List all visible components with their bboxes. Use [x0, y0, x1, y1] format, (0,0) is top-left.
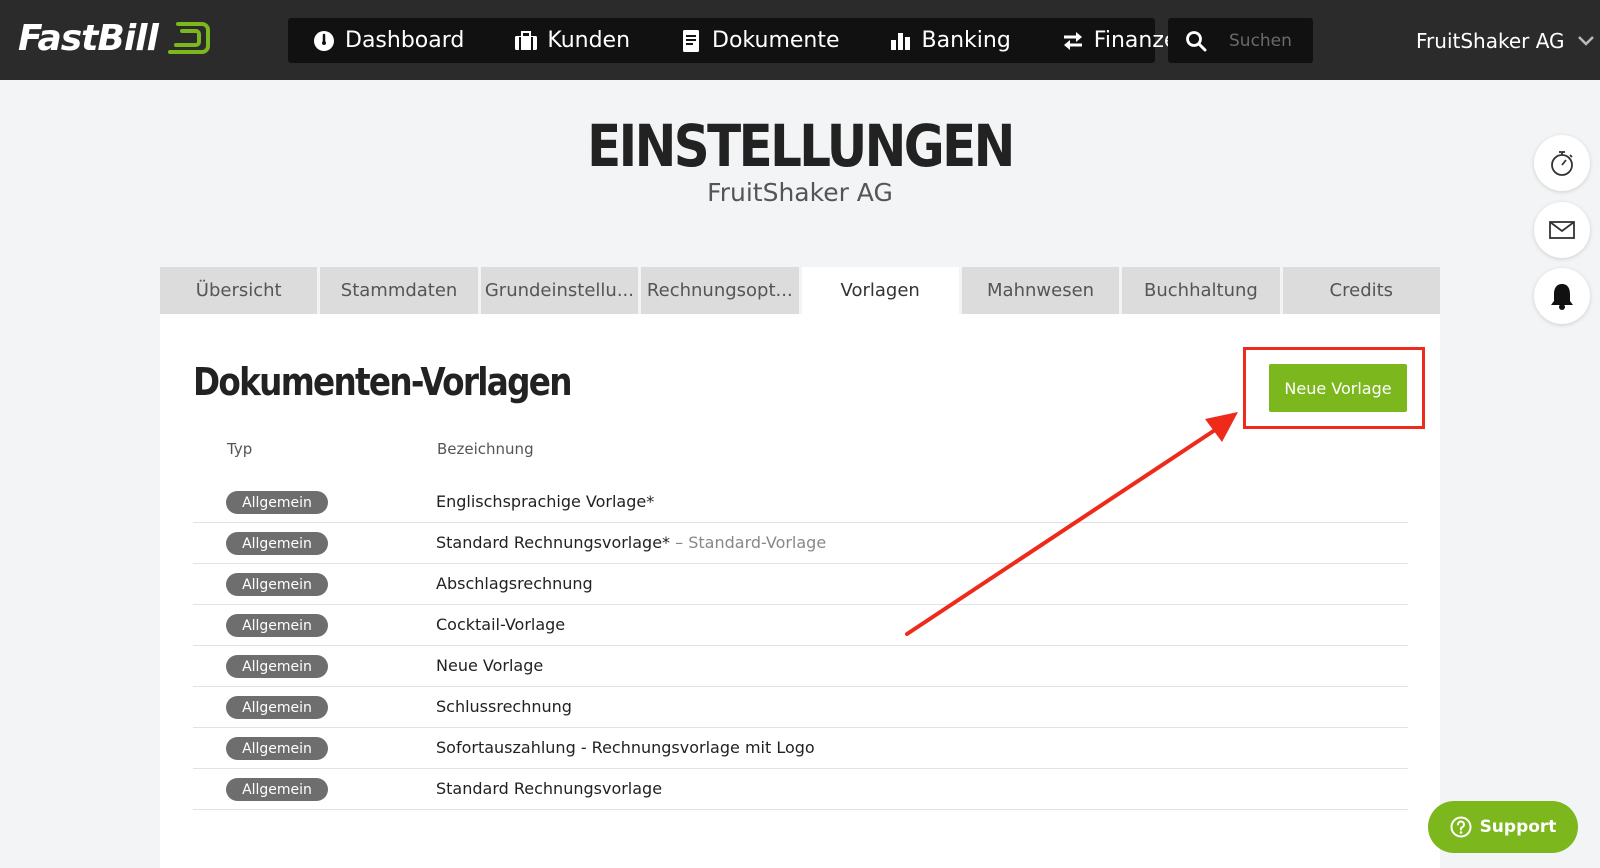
- template-name[interactable]: Neue Vorlage: [436, 656, 543, 675]
- template-name-text: Standard Rechnungsvorlage: [436, 779, 663, 798]
- type-badge: Allgemein: [226, 737, 328, 760]
- nav-dashboard-label: Dashboard: [345, 28, 465, 53]
- bar-chart-icon: [889, 29, 913, 53]
- template-name-text: Abschlagsrechnung: [436, 574, 593, 593]
- support-button[interactable]: Support: [1428, 801, 1578, 853]
- messages-button[interactable]: [1534, 202, 1590, 258]
- nav-kunden-label: Kunden: [547, 28, 631, 53]
- template-name[interactable]: Abschlagsrechnung: [436, 574, 593, 593]
- nav-dashboard[interactable]: Dashboard: [312, 18, 464, 63]
- search-icon[interactable]: [1185, 30, 1207, 52]
- document-icon: [679, 29, 703, 53]
- nav-dokumente[interactable]: Dokumente: [679, 18, 840, 63]
- template-name-text: Sofortauszahlung - Rechnungsvorlage mit …: [436, 738, 815, 757]
- bell-icon: [1551, 284, 1573, 310]
- dashboard-gauge-icon: [312, 29, 336, 53]
- column-header-name[interactable]: Bezeichnung: [437, 440, 534, 458]
- annotation-arrow: [905, 412, 1238, 636]
- nav-kunden[interactable]: Kunden: [514, 18, 630, 63]
- column-header-type[interactable]: Typ: [227, 440, 252, 458]
- template-name[interactable]: Schlussrechnung: [436, 697, 572, 716]
- tab-credits[interactable]: Credits: [1282, 267, 1440, 314]
- page-subtitle: FruitShaker AG: [707, 178, 893, 207]
- notifications-button[interactable]: [1534, 268, 1590, 324]
- table-row[interactable]: Allgemein Schlussrechnung: [193, 687, 1408, 728]
- nav-banking-label: Banking: [921, 28, 1011, 53]
- page-title: EINSTELLUNGEN: [587, 112, 1015, 180]
- briefcase-icon: [514, 29, 538, 53]
- template-name-text: Englischsprachige Vorlage*: [436, 492, 655, 511]
- type-badge: Allgemein: [226, 532, 328, 555]
- chevron-down-icon: [1577, 36, 1594, 46]
- default-template-note: – Standard-Vorlage: [670, 533, 827, 552]
- account-menu[interactable]: FruitShaker AG: [1416, 26, 1595, 56]
- tab-buchhaltung[interactable]: Buchhaltung: [1122, 267, 1280, 314]
- template-name[interactable]: Sofortauszahlung - Rechnungsvorlage mit …: [436, 738, 815, 757]
- tab-stammdaten[interactable]: Stammdaten: [320, 267, 478, 314]
- top-bar: FastBill Dashboard Kunden Dokumente Bank…: [0, 0, 1600, 80]
- template-name-text: Schlussrechnung: [436, 697, 572, 716]
- search-input[interactable]: [1229, 30, 1309, 51]
- stopwatch-icon: [1551, 151, 1573, 176]
- table-row[interactable]: Allgemein Sofortauszahlung - Rechnungsvo…: [193, 728, 1408, 769]
- template-name[interactable]: Cocktail-Vorlage: [436, 615, 565, 634]
- tab-uebersicht[interactable]: Übersicht: [160, 267, 318, 314]
- type-badge: Allgemein: [226, 655, 328, 678]
- tab-grundeinstellungen[interactable]: Grundeinstellu...: [480, 267, 639, 314]
- template-name-text: Cocktail-Vorlage: [436, 615, 566, 634]
- tab-mahnwesen[interactable]: Mahnwesen: [961, 267, 1120, 314]
- table-row[interactable]: Allgemein Standard Rechnungsvorlage: [193, 769, 1408, 810]
- template-name[interactable]: Standard Rechnungsvorlage* – Standard-Vo…: [436, 533, 826, 552]
- template-name-text: Standard Rechnungsvorlage*: [436, 533, 671, 552]
- table-row[interactable]: Allgemein Neue Vorlage: [193, 646, 1408, 687]
- search-box: [1168, 18, 1313, 63]
- mail-icon: [1549, 221, 1575, 239]
- settings-tabs: Übersicht Stammdaten Grundeinstellu... R…: [160, 267, 1440, 314]
- logo-text: FastBill: [18, 17, 159, 59]
- logo-mark-icon: [167, 22, 210, 54]
- main-nav: Dashboard Kunden Dokumente Banking Finan…: [288, 18, 1191, 63]
- nav-dokumente-label: Dokumente: [712, 28, 840, 53]
- type-badge: Allgemein: [226, 696, 328, 719]
- help-circle-icon: [1450, 816, 1472, 838]
- type-badge: Allgemein: [226, 573, 328, 596]
- fastbill-logo[interactable]: FastBill: [18, 16, 210, 60]
- new-template-button[interactable]: Neue Vorlage: [1269, 364, 1407, 412]
- type-badge: Allgemein: [226, 491, 328, 514]
- type-badge: Allgemein: [226, 614, 328, 637]
- nav-banking[interactable]: Banking: [889, 18, 1011, 63]
- timer-button[interactable]: [1534, 135, 1590, 191]
- template-name[interactable]: Standard Rechnungsvorlage: [436, 779, 662, 798]
- template-name[interactable]: Englischsprachige Vorlage*: [436, 492, 654, 511]
- template-name-text: Neue Vorlage: [436, 656, 544, 675]
- tab-rechnungsoptionen[interactable]: Rechnungsopt...: [641, 267, 799, 314]
- transfer-arrows-icon: [1061, 29, 1085, 53]
- section-title: Dokumenten-Vorlagen: [193, 360, 572, 404]
- account-name: FruitShaker AG: [1416, 29, 1565, 53]
- type-badge: Allgemein: [226, 778, 328, 801]
- support-label: Support: [1479, 817, 1557, 837]
- tab-vorlagen[interactable]: Vorlagen: [801, 267, 959, 314]
